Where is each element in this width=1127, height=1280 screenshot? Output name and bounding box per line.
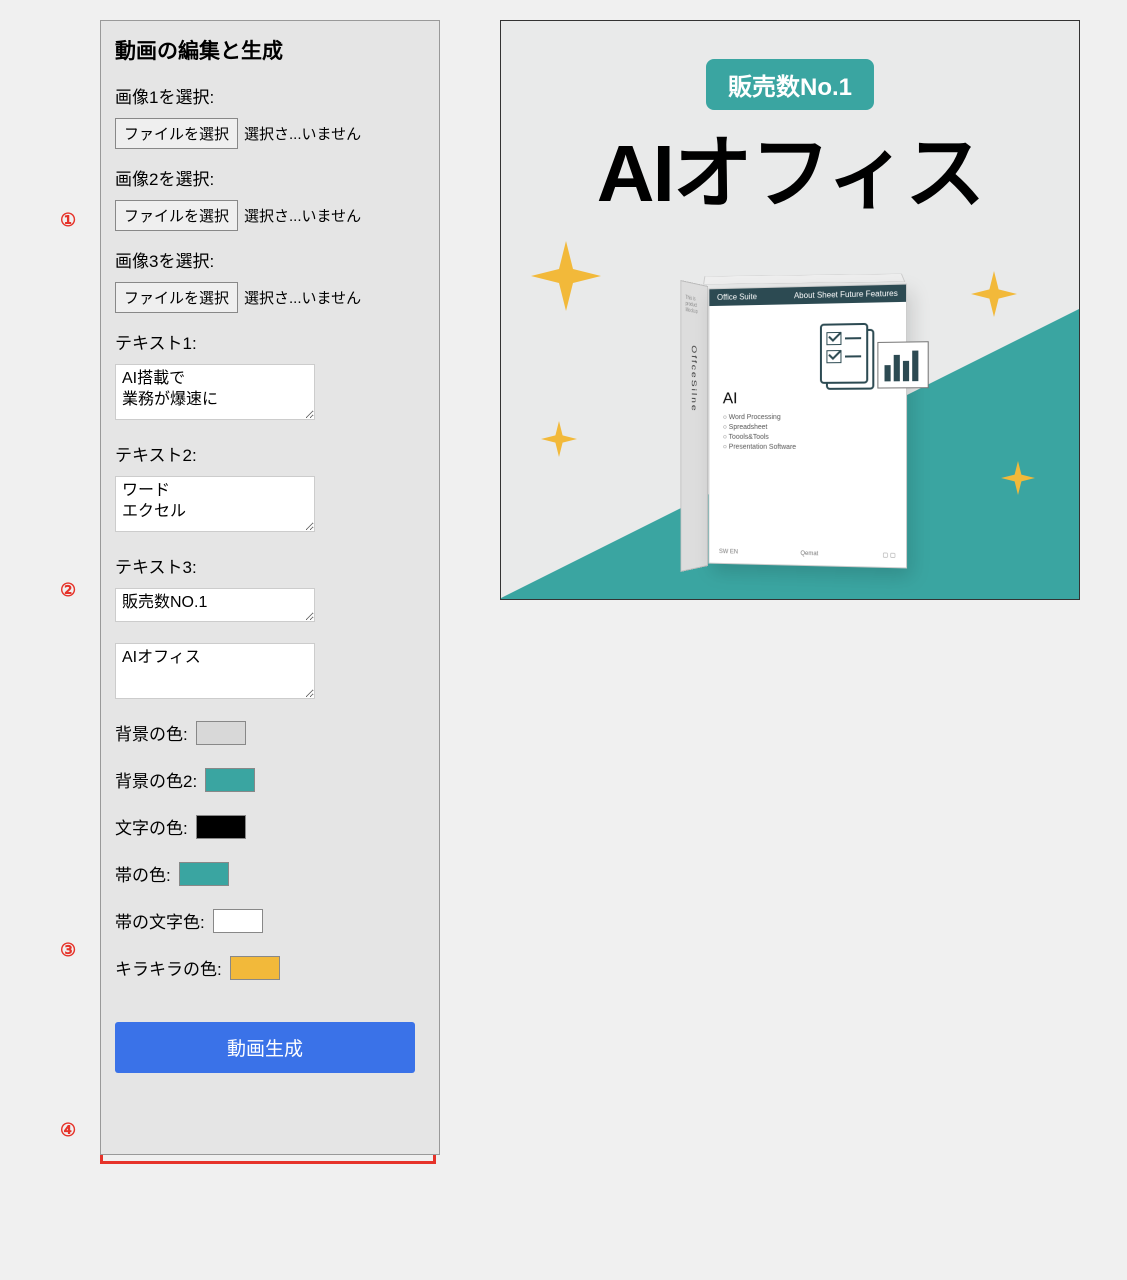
sparkle-icon	[531, 241, 601, 311]
sparklecolor-row: キラキラの色:	[115, 955, 425, 980]
image1-status: 選択さ...いません	[244, 123, 361, 144]
image2-choose-button[interactable]: ファイルを選択	[115, 200, 238, 231]
text3-label: テキスト3:	[115, 553, 425, 578]
bgcolor2-label: 背景の色2:	[115, 767, 197, 792]
box-footer-icons: ▢ ▢	[882, 552, 895, 559]
bgcolor2-swatch[interactable]	[205, 768, 255, 792]
box-footer-left: SW EN	[719, 549, 738, 555]
text1-field: テキスト1:	[115, 329, 425, 425]
section-num-4: ④	[60, 1120, 76, 1141]
text4-input[interactable]	[115, 643, 315, 699]
preview-canvas: 販売数No.1 AIオフィス This is product Mockup Of…	[500, 20, 1080, 600]
bgcolor-swatch[interactable]	[196, 721, 246, 745]
bandcolor-label: 帯の色:	[115, 861, 171, 886]
image1-choose-button[interactable]: ファイルを選択	[115, 118, 238, 149]
box-side-text: OffceSilne	[690, 345, 698, 413]
generate-button[interactable]: 動画生成	[115, 1022, 415, 1073]
textcolor-row: 文字の色:	[115, 814, 425, 839]
editor-panel[interactable]: 動画の編集と生成 画像1を選択: ファイルを選択 選択さ...いません 画像2を…	[100, 20, 440, 1155]
image3-choose-button[interactable]: ファイルを選択	[115, 282, 238, 313]
sparklecolor-swatch[interactable]	[230, 956, 280, 980]
section-num-1: ①	[60, 210, 76, 231]
text2-label: テキスト2:	[115, 441, 425, 466]
box-footer-mid: Qemat	[800, 550, 818, 556]
box-header: Office Suite	[717, 292, 757, 302]
bar-chart-icon	[877, 341, 928, 388]
sparkle-icon	[1001, 461, 1035, 495]
text2-field: テキスト2:	[115, 441, 425, 537]
text1-input[interactable]	[115, 364, 315, 420]
sparkle-icon	[971, 271, 1017, 317]
section-num-2: ②	[60, 580, 76, 601]
product-box-top	[703, 274, 905, 285]
bgcolor-row: 背景の色:	[115, 720, 425, 745]
box-feature: ○ Word Processing	[723, 414, 892, 421]
bgcolor-label: 背景の色:	[115, 720, 188, 745]
product-box-front: Office Suite About Sheet Future Features	[708, 284, 907, 569]
image2-status: 選択さ...いません	[244, 205, 361, 226]
bandtextcolor-swatch[interactable]	[213, 909, 263, 933]
image3-field: 画像3を選択: ファイルを選択 選択さ...いません	[115, 247, 425, 313]
box-feature: ○ Presentation Software	[723, 444, 892, 452]
sparkle-icon	[541, 421, 577, 457]
image1-label: 画像1を選択:	[115, 83, 425, 108]
text2-input[interactable]	[115, 476, 315, 532]
box-header-items: About Sheet Future Features	[794, 289, 898, 300]
box-side-tiny: This is product Mockup	[686, 295, 708, 317]
image2-field: 画像2を選択: ファイルを選択 選択さ...いません	[115, 165, 425, 231]
text3-input[interactable]	[115, 588, 315, 622]
product-box-side: This is product Mockup OffceSilne	[681, 280, 708, 572]
product-box: This is product Mockup OffceSilne Office…	[656, 276, 926, 576]
preview-badge: 販売数No.1	[706, 59, 874, 110]
section-num-3: ③	[60, 940, 76, 961]
image1-field: 画像1を選択: ファイルを選択 選択さ...いません	[115, 83, 425, 149]
bandcolor-row: 帯の色:	[115, 861, 425, 886]
textcolor-label: 文字の色:	[115, 814, 188, 839]
image3-label: 画像3を選択:	[115, 247, 425, 272]
textcolor-swatch[interactable]	[196, 815, 246, 839]
bandtextcolor-row: 帯の文字色:	[115, 908, 425, 933]
sparklecolor-label: キラキラの色:	[115, 955, 222, 980]
image3-status: 選択さ...いません	[244, 287, 361, 308]
bandcolor-swatch[interactable]	[179, 862, 229, 886]
preview-title: AIオフィス	[501, 109, 1079, 225]
bandtextcolor-label: 帯の文字色:	[115, 908, 205, 933]
text1-label: テキスト1:	[115, 329, 425, 354]
text3-field: テキスト3:	[115, 553, 425, 627]
text4-field	[115, 643, 425, 704]
panel-title: 動画の編集と生成	[115, 35, 425, 65]
box-feature: ○ Toools&Tools	[723, 434, 892, 441]
image2-label: 画像2を選択:	[115, 165, 425, 190]
box-feature: ○ Spreadsheet	[723, 424, 892, 431]
bgcolor2-row: 背景の色2:	[115, 767, 425, 792]
